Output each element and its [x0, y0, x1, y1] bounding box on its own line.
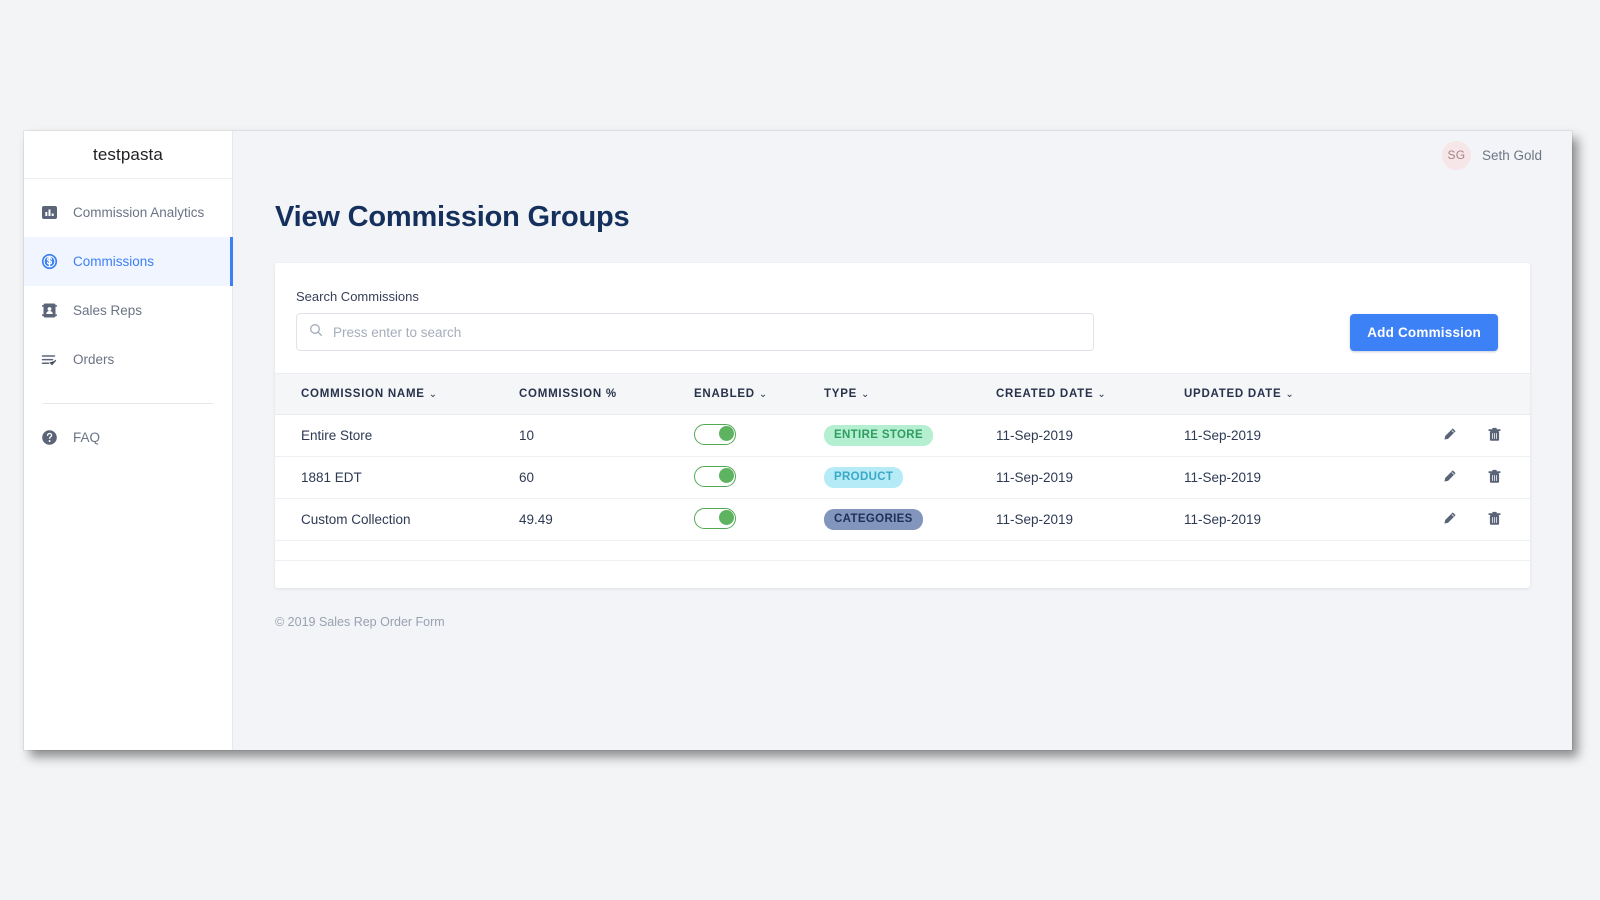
column-header-actions: [1399, 373, 1530, 415]
search-input[interactable]: [333, 324, 1081, 340]
toggle-knob: [718, 468, 734, 483]
avatar[interactable]: SG: [1441, 140, 1471, 170]
cell-created-date: 11-Sep-2019: [996, 414, 1184, 457]
sidebar-item-label: Orders: [73, 352, 115, 367]
user-name[interactable]: Seth Gold: [1482, 148, 1542, 163]
sidebar-item-commission-analytics[interactable]: Commission Analytics: [24, 188, 232, 237]
edit-icon[interactable]: [1442, 511, 1457, 529]
bar-chart-icon: [41, 204, 58, 221]
chevron-down-icon: ⌄: [1285, 389, 1295, 400]
type-badge: ENTIRE STORE: [824, 425, 933, 446]
cell-commission-name: Entire Store: [275, 414, 519, 457]
enabled-toggle[interactable]: [694, 465, 736, 487]
column-header-commission-name[interactable]: COMMISSION NAME ⌄: [275, 373, 519, 415]
list-check-icon: [41, 351, 58, 368]
search-label: Search Commissions: [296, 289, 419, 304]
sidebar-divider: [43, 403, 213, 404]
type-badge: CATEGORIES: [824, 509, 923, 530]
sidebar-item-sales-reps[interactable]: Sales Reps: [24, 286, 232, 335]
sidebar-item-commissions[interactable]: Commissions: [24, 237, 233, 286]
table-body: Entire Store 10 ENTIRE STORE 11-Sep-2019…: [275, 414, 1530, 541]
search-block: Search Commissions: [296, 289, 1094, 351]
brand-title: testpasta: [24, 131, 232, 179]
main-content: SG Seth Gold View Commission Groups Sear…: [233, 131, 1572, 750]
card-footer-bar: [275, 560, 1530, 588]
enabled-toggle[interactable]: [694, 423, 736, 445]
cell-type: CATEGORIES: [824, 498, 996, 541]
toggle-knob: [718, 510, 734, 525]
column-label: COMMISSION %: [519, 388, 617, 400]
column-label: COMMISSION NAME: [301, 388, 425, 400]
search-icon: [309, 323, 323, 342]
table-row: Entire Store 10 ENTIRE STORE 11-Sep-2019…: [275, 414, 1530, 457]
table-row: Custom Collection 49.49 CATEGORIES 11-Se…: [275, 498, 1530, 541]
sidebar-item-label: FAQ: [73, 430, 101, 445]
id-card-icon: [41, 302, 58, 319]
sidebar-nav: Commission Analytics Commissions Sales R…: [24, 179, 233, 462]
table-header-row: COMMISSION NAME ⌄ COMMISSION % ENABLED ⌄ T…: [275, 373, 1530, 415]
column-header-commission-percent[interactable]: COMMISSION %: [519, 373, 694, 415]
cell-updated-date: 11-Sep-2019: [1184, 414, 1399, 457]
table-row: 1881 EDT 60 PRODUCT 11-Sep-2019 11-Sep-2…: [275, 456, 1530, 499]
cell-enabled: [694, 456, 824, 499]
sidebar-item-label: Sales Reps: [73, 303, 143, 318]
column-label: CREATED DATE: [996, 388, 1094, 400]
cell-commission-name: Custom Collection: [275, 498, 519, 541]
cell-enabled: [694, 414, 824, 457]
column-label: UPDATED DATE: [1184, 388, 1282, 400]
sidebar-item-orders[interactable]: Orders: [24, 335, 232, 384]
chevron-down-icon: ⌄: [861, 389, 871, 400]
sidebar-item-label: Commissions: [73, 254, 155, 269]
chevron-down-icon: ⌄: [428, 389, 438, 400]
top-bar: SG Seth Gold: [233, 131, 1572, 179]
cell-commission-percent: 10: [519, 414, 694, 457]
cell-enabled: [694, 498, 824, 541]
cell-row-actions: [1399, 456, 1530, 499]
type-badge: PRODUCT: [824, 467, 904, 488]
page-title: View Commission Groups: [275, 201, 630, 233]
enabled-toggle[interactable]: [694, 507, 736, 529]
toggle-knob: [718, 426, 734, 441]
column-header-created-date[interactable]: CREATED DATE ⌄: [996, 373, 1184, 415]
sidebar-item-label: Commission Analytics: [73, 205, 205, 220]
column-header-type[interactable]: TYPE ⌄: [824, 373, 996, 415]
browser-window: testpasta Commission Analytics Commissio…: [24, 131, 1572, 750]
cell-commission-name: 1881 EDT: [275, 456, 519, 499]
cell-commission-percent: 49.49: [519, 498, 694, 541]
cell-commission-percent: 60: [519, 456, 694, 499]
cell-row-actions: [1399, 498, 1530, 541]
column-header-updated-date[interactable]: UPDATED DATE ⌄: [1184, 373, 1399, 415]
chevron-down-icon: ⌄: [1097, 389, 1107, 400]
cell-updated-date: 11-Sep-2019: [1184, 456, 1399, 499]
cell-type: ENTIRE STORE: [824, 414, 996, 457]
edit-icon[interactable]: [1442, 427, 1457, 445]
column-label: TYPE: [824, 388, 858, 400]
chevron-down-icon: ⌄: [758, 389, 768, 400]
cell-row-actions: [1399, 414, 1530, 457]
cell-created-date: 11-Sep-2019: [996, 456, 1184, 499]
cell-type: PRODUCT: [824, 456, 996, 499]
sidebar: testpasta Commission Analytics Commissio…: [24, 131, 233, 750]
cell-created-date: 11-Sep-2019: [996, 498, 1184, 541]
search-box[interactable]: [296, 313, 1094, 351]
table-head: COMMISSION NAME ⌄ COMMISSION % ENABLED ⌄ T…: [275, 373, 1530, 415]
delete-icon[interactable]: [1487, 511, 1502, 529]
cell-updated-date: 11-Sep-2019: [1184, 498, 1399, 541]
column-header-enabled[interactable]: ENABLED ⌄: [694, 373, 824, 415]
dollar-circle-icon: [41, 253, 58, 270]
commissions-card: Search Commissions Add Commission CO: [275, 263, 1530, 588]
commissions-table: COMMISSION NAME ⌄ COMMISSION % ENABLED ⌄ T…: [275, 373, 1530, 541]
delete-icon[interactable]: [1487, 427, 1502, 445]
question-circle-icon: [41, 429, 58, 446]
edit-icon[interactable]: [1442, 469, 1457, 487]
delete-icon[interactable]: [1487, 469, 1502, 487]
page-footer: © 2019 Sales Rep Order Form: [275, 615, 445, 629]
sidebar-item-faq[interactable]: FAQ: [24, 413, 232, 462]
search-row: Search Commissions Add Commission: [275, 263, 1530, 373]
column-label: ENABLED: [694, 388, 755, 400]
add-commission-button[interactable]: Add Commission: [1350, 314, 1498, 351]
